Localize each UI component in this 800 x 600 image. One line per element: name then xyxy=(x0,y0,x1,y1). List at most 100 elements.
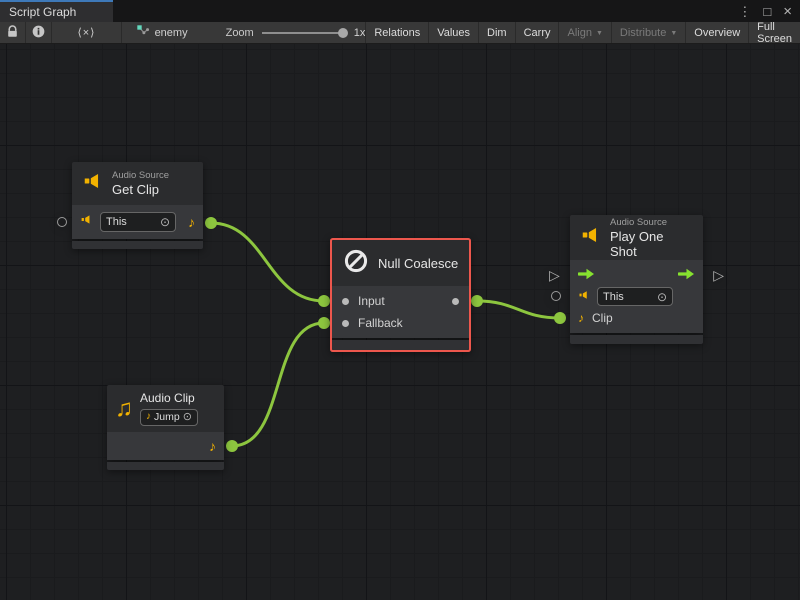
zoom-control: Zoom 1x xyxy=(198,22,366,43)
tab-script-graph[interactable]: Script Graph xyxy=(0,0,113,22)
node-title: Get Clip xyxy=(112,182,169,197)
this-dropdown[interactable]: This ⊙ xyxy=(100,212,176,232)
maximize-icon[interactable]: □ xyxy=(763,5,771,18)
carry-button[interactable]: Carry xyxy=(515,22,559,43)
node-header: Audio Source Play One Shot xyxy=(570,215,703,260)
chevron-down-icon: ▼ xyxy=(596,30,603,37)
wire-output-to-clip[interactable] xyxy=(477,301,560,318)
unity-script-graph-window: Script Graph ⋮ □ × ⟨×⟩ enemy xyxy=(0,0,800,600)
double-note-icon: ♫ xyxy=(115,397,133,421)
audio-source-icon xyxy=(80,213,93,231)
music-note-icon: ♪ xyxy=(188,215,195,229)
chevron-down-icon: ▼ xyxy=(670,30,677,37)
fallback-port-dot[interactable] xyxy=(342,320,349,327)
node-footer xyxy=(570,335,703,344)
flow-in-port[interactable]: ▷ xyxy=(549,268,560,282)
music-note-icon: ♪ xyxy=(578,312,584,324)
graph-toolbar: ⟨×⟩ enemy Zoom 1x Relations Values Dim C… xyxy=(0,22,800,44)
node-title: Play One Shot xyxy=(610,229,693,259)
wire-getclip-to-input[interactable] xyxy=(211,223,324,301)
node-null-coalesce[interactable]: Null Coalesce Input Fallback xyxy=(332,240,469,350)
distribute-button[interactable]: Distribute ▼ xyxy=(611,22,685,43)
info-button[interactable] xyxy=(26,22,52,43)
overview-button[interactable]: Overview xyxy=(685,22,748,43)
zoom-slider-handle[interactable] xyxy=(338,28,348,38)
flow-port-row xyxy=(570,265,703,286)
align-label: Align xyxy=(567,27,591,39)
object-picker-icon[interactable]: ⊙ xyxy=(183,412,192,423)
node-footer xyxy=(72,241,203,249)
values-button[interactable]: Values xyxy=(428,22,478,43)
lock-icon xyxy=(6,25,19,41)
this-port-row: This ⊙ xyxy=(570,286,703,307)
carry-label: Carry xyxy=(524,27,551,39)
node-category: Audio Source xyxy=(112,170,169,182)
dim-button[interactable]: Dim xyxy=(478,22,515,43)
port-audioclip-output[interactable] xyxy=(226,440,238,452)
menu-icon[interactable]: ⋮ xyxy=(738,5,751,18)
clip-port-label: Clip xyxy=(592,311,613,325)
clip-value: Jump xyxy=(154,411,180,423)
music-note-icon: ♪ xyxy=(209,439,216,453)
this-dropdown[interactable]: This ⊙ xyxy=(597,287,673,306)
object-picker-icon[interactable]: ⊙ xyxy=(657,291,667,303)
node-audio-clip[interactable]: ♫ Audio Clip ♪ Jump ⊙ ♪ xyxy=(107,385,224,470)
port-null-output[interactable] xyxy=(471,295,483,307)
close-icon[interactable]: × xyxy=(783,4,792,19)
audio-source-icon xyxy=(82,170,104,197)
this-value: This xyxy=(603,291,624,303)
graph-icon xyxy=(136,24,150,41)
fallback-port-row: Fallback xyxy=(332,312,469,334)
audio-source-icon xyxy=(578,288,590,306)
wire-audioclip-to-fallback[interactable] xyxy=(232,323,324,446)
embed-icon: ⟨×⟩ xyxy=(77,26,95,39)
node-port-area: This ⊙ ♪ Clip xyxy=(570,260,703,333)
port-null-fallback[interactable] xyxy=(318,317,330,329)
null-coalesce-icon xyxy=(342,247,370,280)
this-port[interactable] xyxy=(551,291,561,301)
toolbar-buttons: Relations Values Dim Carry Align ▼ Distr… xyxy=(365,22,800,43)
node-get-clip[interactable]: Audio Source Get Clip This ⊙ ♪ xyxy=(72,162,203,249)
relations-label: Relations xyxy=(374,27,420,39)
align-button[interactable]: Align ▼ xyxy=(558,22,610,43)
fullscreen-button[interactable]: Full Screen xyxy=(748,22,800,43)
port-getclip-this-input[interactable] xyxy=(57,217,67,227)
input-port-label: Input xyxy=(358,294,385,308)
fallback-port-label: Fallback xyxy=(358,316,403,330)
flow-out-arrow-icon[interactable] xyxy=(678,267,695,285)
port-playoneshot-clip[interactable] xyxy=(554,312,566,324)
audio-source-icon xyxy=(580,224,602,251)
embed-graph-button[interactable]: ⟨×⟩ xyxy=(52,22,121,43)
port-null-input[interactable] xyxy=(318,295,330,307)
relations-button[interactable]: Relations xyxy=(365,22,428,43)
clip-port-row: ♪ Clip xyxy=(570,307,703,328)
node-port-row: This ⊙ ♪ xyxy=(72,205,203,239)
node-footer xyxy=(332,340,469,350)
input-port-row: Input xyxy=(332,290,469,312)
input-port-dot[interactable] xyxy=(342,298,349,305)
music-note-icon: ♪ xyxy=(146,412,151,422)
distribute-label: Distribute xyxy=(620,27,666,39)
tab-bar: Script Graph ⋮ □ × xyxy=(0,0,800,22)
node-title: Audio Clip xyxy=(140,391,198,406)
tab-title: Script Graph xyxy=(9,5,76,19)
lock-button[interactable] xyxy=(0,22,26,43)
zoom-slider[interactable] xyxy=(262,32,346,34)
node-play-one-shot[interactable]: Audio Source Play One Shot xyxy=(570,215,703,344)
flow-out-port[interactable]: ▷ xyxy=(713,268,724,282)
zoom-label: Zoom xyxy=(226,27,254,39)
this-value: This xyxy=(106,216,127,228)
flow-in-arrow-icon[interactable] xyxy=(578,267,595,285)
info-icon xyxy=(32,25,45,41)
values-label: Values xyxy=(437,27,470,39)
port-getclip-output[interactable] xyxy=(205,217,217,229)
graph-canvas[interactable]: Audio Source Get Clip This ⊙ ♪ xyxy=(0,44,800,600)
zoom-value: 1x xyxy=(354,27,366,39)
node-header: ♫ Audio Clip ♪ Jump ⊙ xyxy=(107,385,224,432)
clip-value-field[interactable]: ♪ Jump ⊙ xyxy=(140,409,198,426)
node-header: Null Coalesce xyxy=(332,240,469,286)
node-title: Null Coalesce xyxy=(378,256,458,271)
graph-breadcrumb[interactable]: enemy xyxy=(122,22,198,43)
result-port-dot[interactable] xyxy=(452,298,459,305)
object-picker-icon[interactable]: ⊙ xyxy=(160,216,170,228)
